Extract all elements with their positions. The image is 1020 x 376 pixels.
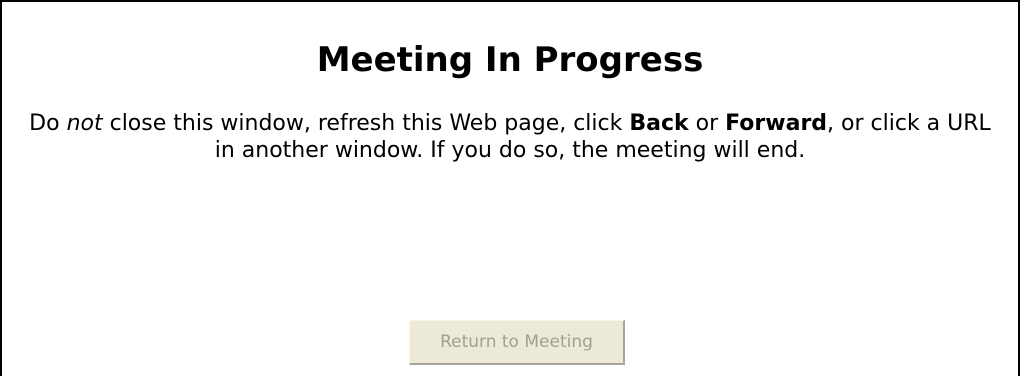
forward-keyword: Forward: [725, 111, 828, 136]
message-text: or: [688, 111, 726, 136]
meeting-window: Meeting In Progress Do not close this wi…: [0, 0, 1020, 376]
back-keyword: Back: [629, 111, 689, 136]
page-title: Meeting In Progress: [316, 40, 704, 80]
return-to-meeting-button[interactable]: Return to Meeting: [409, 320, 625, 365]
warning-message: Do not close this window, refresh this W…: [22, 110, 998, 164]
emphasis-not: not: [66, 111, 103, 136]
message-text: close this window, refresh this Web page…: [102, 111, 630, 136]
message-text: Do: [29, 111, 67, 136]
